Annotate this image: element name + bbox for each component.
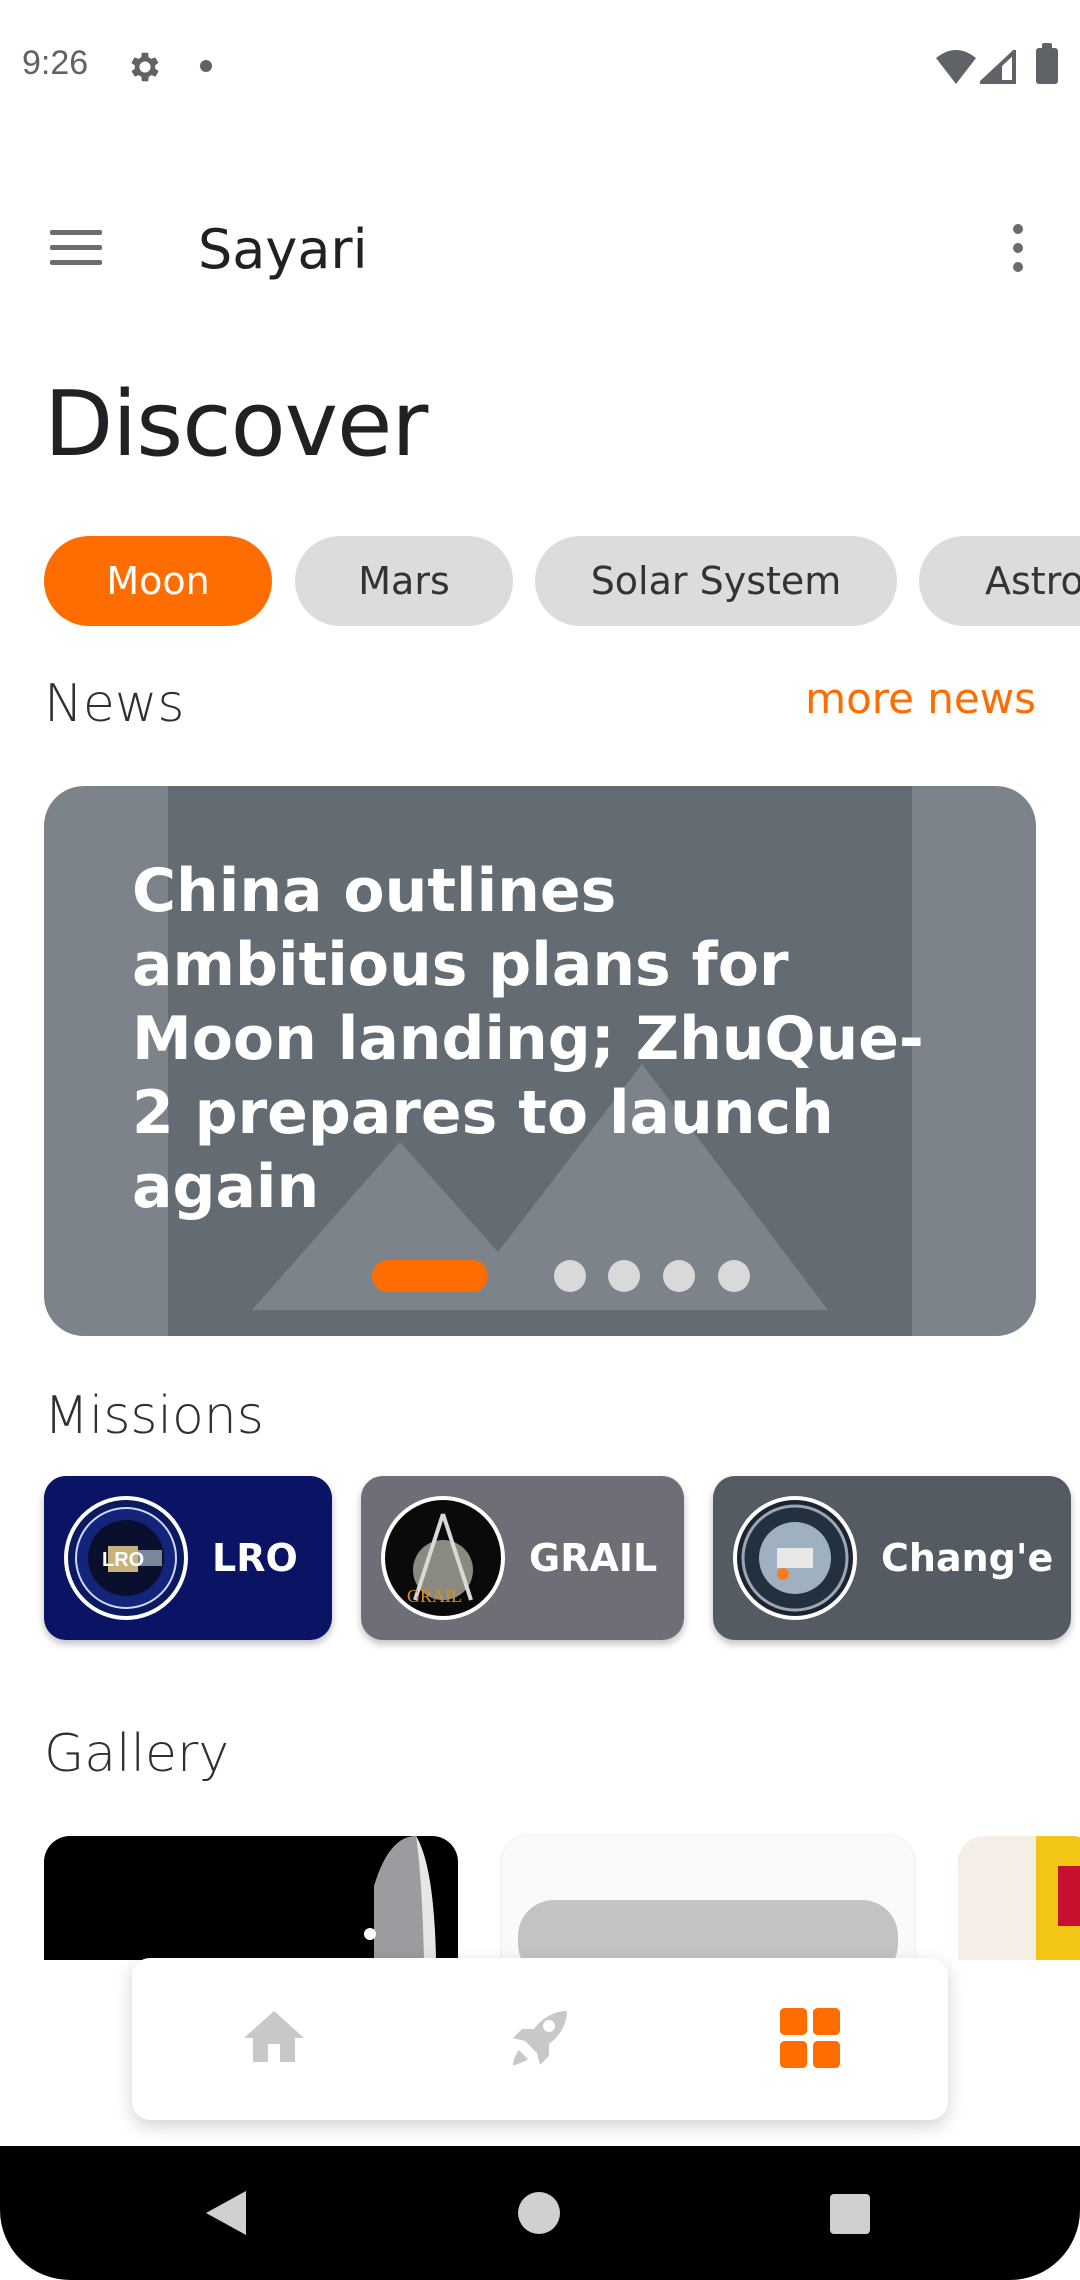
news-carousel-card[interactable]: China outlines ambitious plans for Moon … — [44, 786, 1036, 1336]
gallery-image-detail — [1058, 1866, 1080, 1926]
gallery-item[interactable] — [958, 1836, 1080, 1960]
carousel-dot[interactable] — [554, 1260, 586, 1292]
gallery-placeholder — [518, 1900, 898, 1960]
gallery-item[interactable] — [502, 1836, 914, 1960]
chip-mars[interactable]: Mars — [295, 536, 513, 626]
rocket-icon[interactable] — [504, 2002, 576, 2074]
mission-card-grail[interactable]: GRAIL GRAIL — [361, 1476, 684, 1640]
svg-text:LRO: LRO — [102, 1549, 144, 1571]
news-section-label: News — [44, 674, 185, 734]
app-title: Sayari — [198, 218, 368, 281]
carousel-dot[interactable] — [718, 1260, 750, 1292]
home-icon[interactable] — [238, 2002, 310, 2074]
gallery-item[interactable] — [44, 1836, 458, 1960]
system-nav-bar — [0, 2146, 1080, 2280]
home-button-icon[interactable] — [518, 2192, 560, 2234]
back-icon[interactable] — [206, 2182, 246, 2244]
status-time: 9:26 — [22, 44, 89, 82]
notification-dot-icon — [200, 60, 212, 72]
change-patch-icon — [733, 1496, 857, 1620]
status-bar: 9:26 — [0, 0, 1080, 136]
mission-name: LRO — [212, 1536, 298, 1580]
news-headline: China outlines ambitious plans for Moon … — [132, 856, 924, 1222]
chip-astro-label: Astro — [985, 559, 1080, 603]
grail-patch-icon: GRAIL — [381, 1496, 505, 1620]
chip-moon[interactable]: Moon — [44, 536, 272, 626]
more-vertical-icon[interactable] — [1010, 224, 1026, 272]
rocket-image — [364, 1836, 436, 1960]
carousel-dot-active[interactable] — [372, 1260, 488, 1292]
gallery-section-label: Gallery — [44, 1724, 230, 1784]
missions-section-label: Missions — [44, 1386, 264, 1446]
menu-icon[interactable] — [50, 230, 102, 266]
lro-patch-icon: LRO — [64, 1496, 188, 1620]
category-chips: Moon Mars Solar System Astro — [44, 536, 1080, 626]
mission-name: GRAIL — [529, 1536, 658, 1580]
wifi-icon — [936, 50, 976, 84]
svg-text:GRAIL: GRAIL — [407, 1586, 462, 1606]
chip-solar-system[interactable]: Solar System — [535, 536, 897, 626]
page-title: Discover — [44, 372, 428, 477]
carousel-dot[interactable] — [608, 1260, 640, 1292]
mission-name: Chang'e — [881, 1536, 1054, 1580]
grid-icon[interactable] — [774, 2002, 846, 2074]
gear-icon — [131, 52, 159, 82]
mission-card-change[interactable]: Chang'e — [713, 1476, 1071, 1640]
recents-icon[interactable] — [830, 2194, 870, 2234]
mission-card-lro[interactable]: LRO LRO — [44, 1476, 332, 1640]
bottom-nav — [132, 1958, 948, 2120]
signal-icon — [980, 50, 1016, 84]
chip-astro[interactable]: Astro — [919, 536, 1080, 626]
carousel-dot[interactable] — [663, 1260, 695, 1292]
battery-icon — [1036, 43, 1058, 84]
more-news-link[interactable]: more news — [805, 674, 1036, 723]
